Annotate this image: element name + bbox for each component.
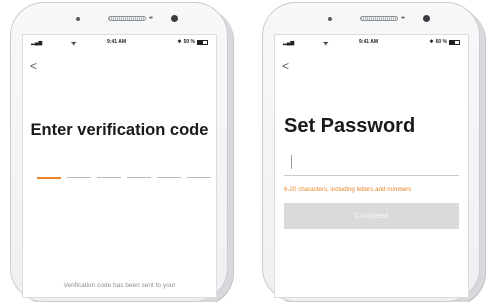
sensor-dots: ••	[149, 15, 153, 22]
code-slot	[157, 177, 181, 178]
code-slot	[97, 177, 121, 178]
page-title: Enter verification code	[30, 121, 209, 139]
camera-icon	[423, 15, 430, 22]
battery-area: ✱ 60 %	[429, 39, 460, 45]
signal-icon: ▂▄▆	[283, 40, 295, 46]
sensor-icon	[328, 17, 332, 21]
bluetooth-icon: ✱	[429, 39, 434, 45]
status-time: 9:41 AM	[107, 39, 126, 45]
verification-screen: ▂▄▆ ᯤ 9:41 AM ✱ 50 % < Enter verificatio…	[22, 34, 217, 298]
back-arrow-icon[interactable]: <	[282, 60, 289, 72]
set-password-screen: ▂▄▆ ᯤ 9:41 AM ✱ 60 % < Set Password 6-20…	[274, 34, 469, 298]
phone-frame-left: •• ▂▄▆ ᯤ 9:41 AM ✱ 50 % < Enter verifica…	[10, 2, 228, 302]
sensor-icon	[76, 17, 80, 21]
battery-percent: 50 %	[183, 39, 195, 45]
camera-icon	[171, 15, 178, 22]
speaker-grille	[108, 16, 146, 21]
wifi-icon: ᯤ	[323, 41, 329, 47]
bluetooth-icon: ✱	[177, 39, 182, 45]
code-slot	[37, 177, 61, 179]
status-bar: ▂▄▆ ᯤ 9:41 AM ✱ 60 %	[275, 35, 468, 49]
back-arrow-icon[interactable]: <	[30, 60, 37, 72]
speaker-grille	[360, 16, 398, 21]
code-slot	[187, 177, 211, 178]
battery-area: ✱ 50 %	[177, 39, 208, 45]
status-bar: ▂▄▆ ᯤ 9:41 AM ✱ 50 %	[23, 35, 216, 49]
wifi-icon: ᯤ	[71, 41, 77, 47]
battery-icon	[197, 39, 208, 45]
text-caret	[291, 155, 292, 169]
battery-icon	[449, 39, 460, 45]
page-title: Set Password	[284, 115, 416, 137]
code-slot	[67, 177, 91, 178]
status-time: 9:41 AM	[359, 39, 378, 45]
code-slot	[127, 177, 151, 178]
verification-code-input[interactable]	[37, 177, 211, 179]
phone-frame-right: •• ▂▄▆ ᯤ 9:41 AM ✱ 60 % < Set Password 6…	[262, 2, 480, 302]
battery-percent: 60 %	[435, 39, 447, 45]
password-input[interactable]	[284, 151, 459, 176]
password-hint: 6-20 characters, including letters and n…	[284, 186, 412, 193]
code-sent-message: Verification code has been sent to your	[63, 282, 176, 289]
signal-icon: ▂▄▆	[31, 40, 43, 46]
sensor-dots: ••	[401, 15, 405, 22]
completed-button[interactable]: Completed	[284, 203, 459, 229]
